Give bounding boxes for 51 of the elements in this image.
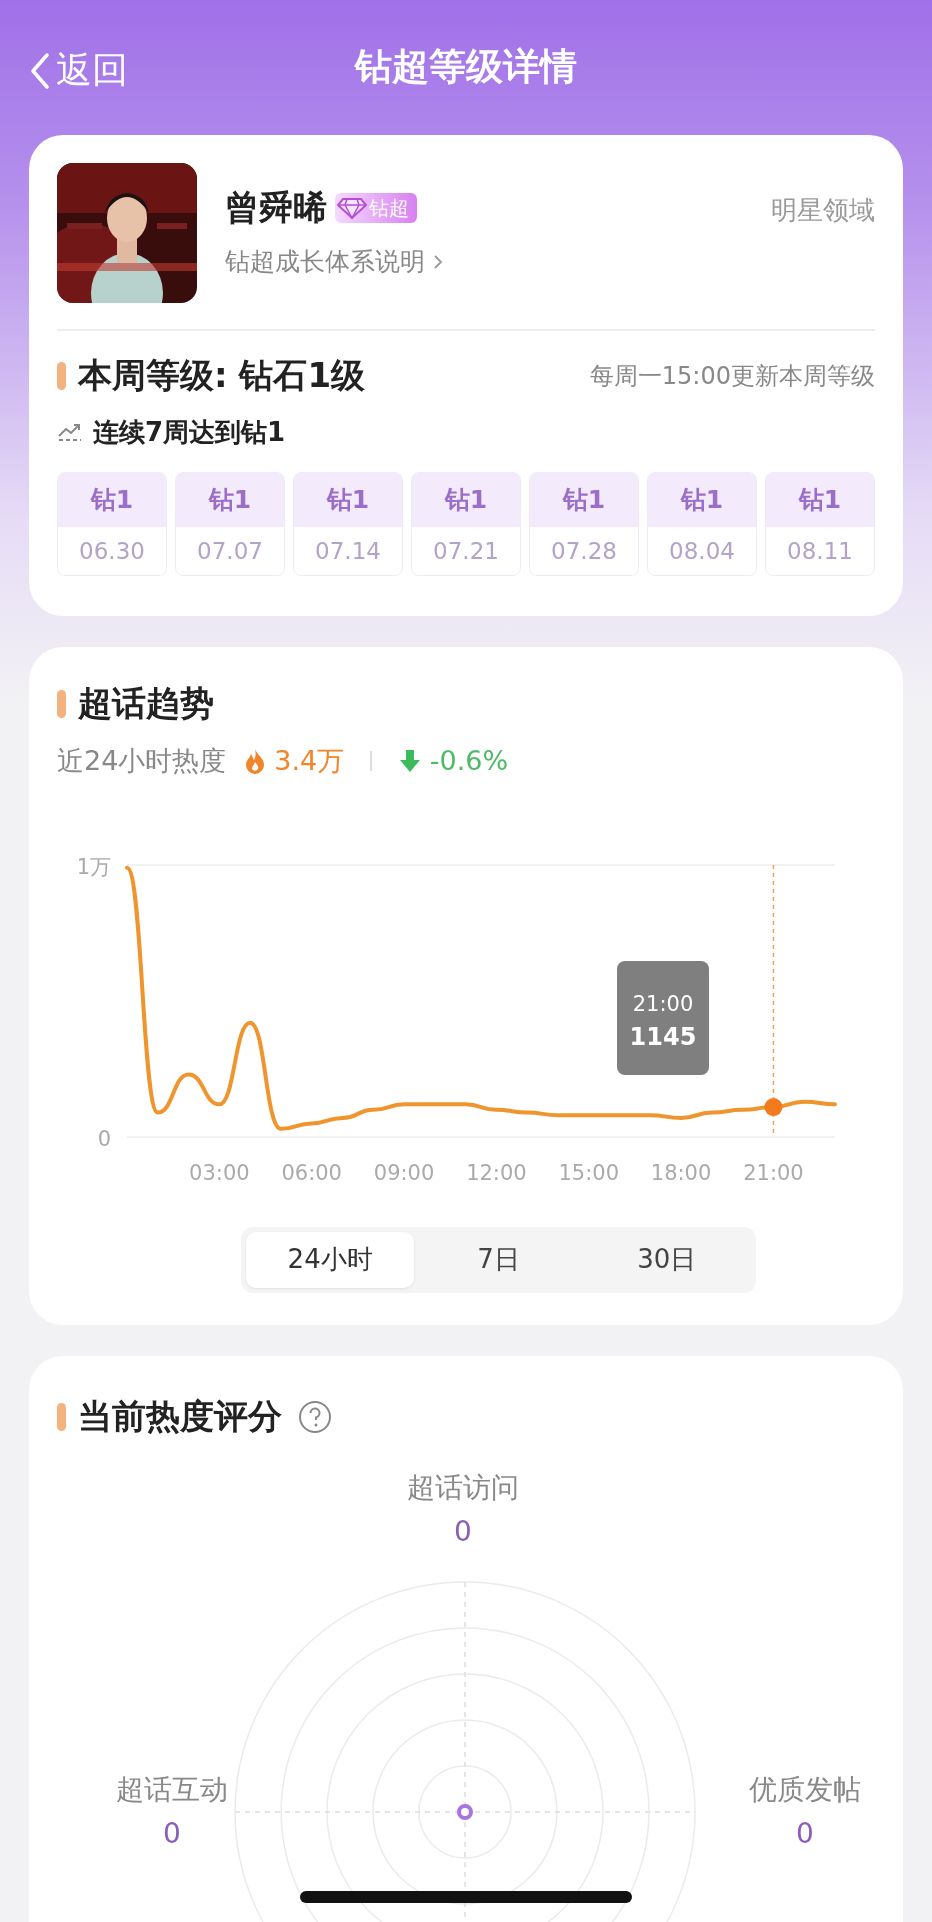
week-chip: 钻1 06.30 bbox=[57, 471, 167, 576]
week-chip: 钻1 07.28 bbox=[529, 471, 639, 576]
section-title: 超话趋势 bbox=[78, 681, 214, 725]
x-axis-label: 12:00 bbox=[466, 1160, 527, 1185]
week-chip: 钻1 07.14 bbox=[293, 471, 403, 576]
y-axis-label: 1万 bbox=[76, 854, 111, 879]
change-value: -0.6% bbox=[429, 745, 509, 776]
x-axis-label: 09:00 bbox=[373, 1160, 435, 1185]
metric-label: 超话互动 bbox=[116, 1771, 228, 1808]
data-point bbox=[764, 1097, 783, 1116]
x-axis-label: 03:00 bbox=[189, 1160, 250, 1185]
y-axis-label: 0 bbox=[97, 1126, 111, 1151]
heat-value: 3.4万 bbox=[274, 743, 345, 778]
metric-label: 超话访问 bbox=[407, 1469, 519, 1506]
tooltip-time: 21:00 bbox=[632, 991, 694, 1016]
streak-text: 连续7周达到钻1 bbox=[93, 415, 286, 449]
level-badge: 钻超 bbox=[335, 193, 417, 223]
metric-value: 0 bbox=[454, 1514, 472, 1548]
week-chip: 钻1 08.04 bbox=[647, 471, 757, 576]
range-tab[interactable]: 7日 bbox=[414, 1231, 583, 1288]
metric-label: 优质发帖 bbox=[749, 1771, 861, 1808]
range-tab[interactable]: 24小时 bbox=[246, 1231, 415, 1288]
domain-label: 明星领域 bbox=[771, 194, 875, 227]
chevron-right-icon[interactable] bbox=[433, 253, 443, 270]
section-marker bbox=[57, 361, 66, 390]
topic-name: 曾舜晞 bbox=[225, 186, 327, 229]
x-axis-label: 18:00 bbox=[650, 1160, 712, 1185]
growth-system-link[interactable]: 钻超成长体系说明 bbox=[225, 245, 771, 278]
update-note: 每周一15:00更新本周等级 bbox=[589, 360, 875, 392]
level-title: 本周等级: 钻石1级 bbox=[78, 353, 366, 397]
page-title: 钻超等级详情 bbox=[355, 43, 577, 90]
section-marker bbox=[57, 1402, 66, 1431]
heat-label: 近24小时热度 bbox=[57, 743, 227, 778]
metric-value: 0 bbox=[163, 1816, 181, 1850]
x-axis-label: 21:00 bbox=[743, 1160, 804, 1185]
fire-icon bbox=[244, 747, 267, 774]
week-chip: 钻1 07.07 bbox=[175, 471, 285, 576]
metric-value: 0 bbox=[796, 1816, 814, 1850]
section-marker bbox=[57, 689, 66, 718]
week-chip: 钻1 07.21 bbox=[411, 471, 521, 576]
trend-icon bbox=[57, 422, 83, 442]
section-title: 当前热度评分 bbox=[78, 1394, 282, 1438]
x-axis-label: 06:00 bbox=[281, 1160, 342, 1185]
range-tab[interactable]: 30日 bbox=[582, 1231, 751, 1288]
x-axis-label: 15:00 bbox=[558, 1160, 619, 1185]
back-icon[interactable] bbox=[30, 52, 50, 89]
radar-point bbox=[456, 1802, 474, 1821]
week-chip: 钻1 08.11 bbox=[765, 471, 875, 576]
tooltip-value: 1145 bbox=[629, 1022, 697, 1051]
down-arrow-icon bbox=[397, 747, 422, 774]
help-icon[interactable] bbox=[298, 1399, 332, 1434]
